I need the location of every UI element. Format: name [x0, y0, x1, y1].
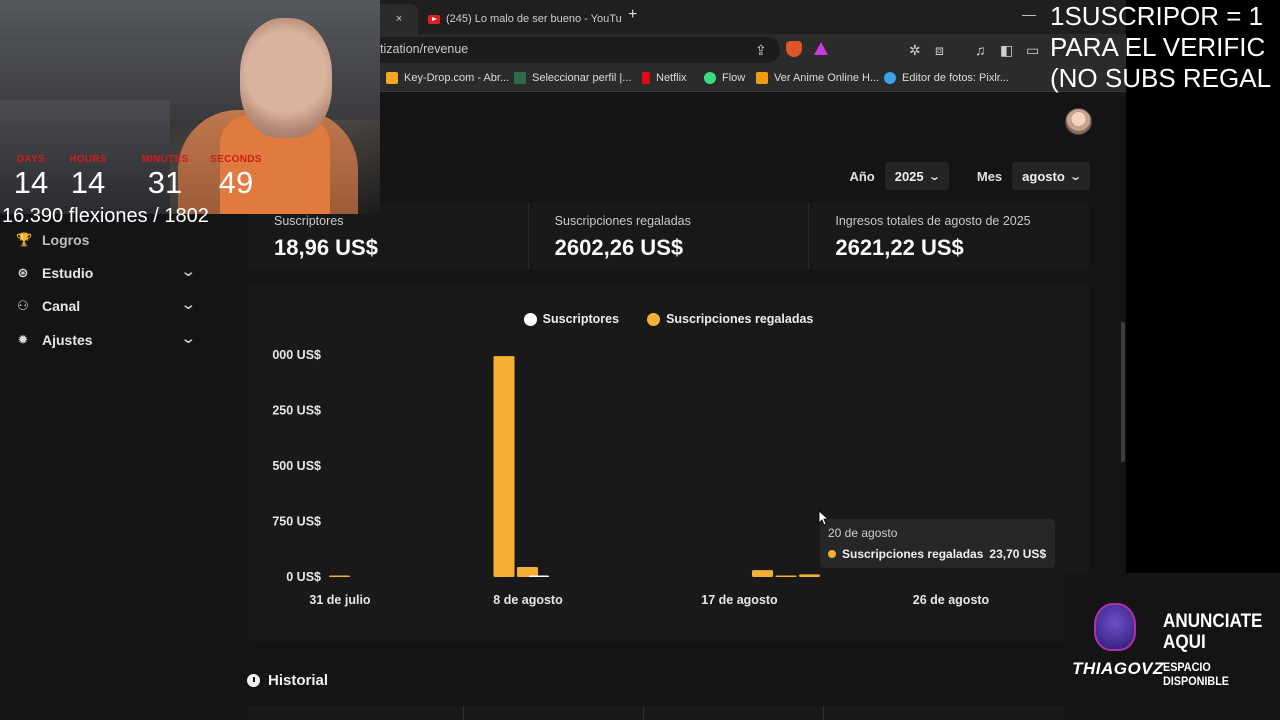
- timer-days: DAYS 14: [13, 154, 49, 200]
- chart-bar[interactable]: [493, 356, 515, 577]
- bookmark-key-drop[interactable]: Key-Drop.com - Abr...: [386, 72, 509, 84]
- chart-bar[interactable]: [329, 575, 350, 578]
- bookmark-pixlr[interactable]: Editor de fotos: Pixlr...: [884, 72, 1009, 84]
- y-tick-label: 250 US$: [272, 404, 321, 418]
- studio-icon: ⊛: [17, 265, 29, 280]
- chevron-down-icon[interactable]: ⌄: [180, 295, 196, 313]
- ad-title: ANUNCIATE AQUI: [1163, 611, 1263, 653]
- tab-youtube[interactable]: (245) Lo malo de ser bueno - YouTub: [418, 4, 622, 34]
- flow-icon: [704, 72, 716, 84]
- sidebar-item-canal[interactable]: ⚇ Canal: [16, 294, 80, 318]
- chart-tooltip: 20 de agosto Suscripciones regaladas 23,…: [820, 519, 1055, 568]
- month-label: Mes: [976, 168, 1003, 184]
- y-tick-label: 750 US$: [272, 515, 321, 529]
- promo-text: 1SUSCRIPOR = 1 PARA EL VERIFIC (NO SUBS …: [1050, 1, 1272, 93]
- channel-icon: ⚇: [17, 298, 29, 313]
- youtube-icon: [428, 14, 440, 24]
- stat-total-revenue: Ingresos totales de agosto de 2025 2621,…: [808, 203, 1089, 269]
- minimize-button[interactable]: —: [1022, 6, 1036, 22]
- mascot-icon: [1094, 603, 1136, 651]
- bookmark-profile[interactable]: Seleccionar perfil |...: [514, 72, 631, 84]
- x-tick-label: 8 de agosto: [493, 593, 563, 607]
- chart-bar[interactable]: [799, 574, 820, 577]
- thiagovz-logo: THIAGOVZ: [1072, 597, 1163, 689]
- ad-space-banner: THIAGOVZ ANUNCIATE AQUI ESPACIO DISPONIB…: [1064, 573, 1280, 720]
- extensions-icon[interactable]: ✲: [909, 42, 921, 59]
- wallet-icon[interactable]: ▭: [1026, 42, 1039, 59]
- chevron-down-icon: ⌄: [1068, 170, 1082, 183]
- bookmark-flow[interactable]: Flow: [704, 72, 745, 84]
- x-tick-label: 26 de agosto: [913, 593, 990, 607]
- tooltip-dot: [828, 550, 836, 558]
- y-tick-label: 000 US$: [272, 348, 321, 362]
- avatar[interactable]: [1065, 108, 1092, 135]
- tab-current[interactable]: ×: [380, 4, 418, 34]
- streamer-face: [240, 18, 332, 138]
- anime-icon: [756, 72, 768, 84]
- screenshot-icon[interactable]: ⧈: [935, 42, 944, 59]
- year-label: Año: [849, 168, 875, 184]
- sidebar-toggle-icon[interactable]: ◧: [1000, 42, 1013, 59]
- key-drop-icon: [386, 72, 398, 84]
- chart-bar[interactable]: [775, 575, 797, 578]
- history-heading: Historial: [247, 672, 328, 689]
- timer-seconds: SECONDS 49: [210, 154, 262, 200]
- month-select[interactable]: agosto ⌄: [1012, 162, 1090, 190]
- chart-bar[interactable]: [752, 570, 773, 577]
- date-filters: Año 2025 ⌄ Mes agosto ⌄: [849, 162, 1090, 190]
- chevron-down-icon[interactable]: ⌄: [180, 262, 196, 280]
- sidebar-item-estudio[interactable]: ⊛ Estudio: [16, 261, 94, 285]
- timer-hours: HOURS 14: [69, 154, 107, 200]
- tab-title: (245) Lo malo de ser bueno - YouTub: [446, 13, 622, 25]
- share-icon[interactable]: ⇪: [755, 42, 767, 59]
- pushups-counter: 16.390 flexiones / 1802: [2, 205, 209, 227]
- trophy-icon: 🏆: [16, 232, 33, 247]
- profile-icon: [514, 72, 526, 84]
- history-table: [248, 706, 1089, 720]
- y-tick-label: 0 US$: [286, 570, 321, 584]
- bookmark-anime[interactable]: Ver Anime Online H...: [756, 72, 879, 84]
- gear-icon: ✹: [17, 332, 29, 347]
- bookmark-netflix[interactable]: Netflix: [642, 72, 687, 84]
- new-tab-button[interactable]: +: [628, 6, 637, 24]
- chevron-down-icon[interactable]: ⌄: [180, 329, 196, 347]
- chart-plot: 000 US$ 250 US$ 500 US$ 750 US$ 0 US$ 31 de j…: [272, 348, 990, 607]
- mouse-cursor-icon: [818, 510, 828, 526]
- year-select[interactable]: 2025 ⌄: [884, 162, 949, 190]
- scrollbar[interactable]: [1121, 322, 1125, 462]
- url-text[interactable]: tization/revenue: [380, 42, 468, 56]
- x-tick-label: 17 de agosto: [701, 593, 778, 607]
- sidebar-item-logros[interactable]: 🏆 Logros: [16, 228, 89, 252]
- chevron-down-icon: ⌄: [927, 170, 941, 183]
- revenue-chart: Suscriptores Suscripciones regaladas 000…: [248, 285, 1089, 641]
- brave-shields-icon[interactable]: [786, 41, 802, 57]
- sidebar-item-ajustes[interactable]: ✹ Ajustes: [16, 328, 93, 352]
- timer-minutes: MINUTES 31: [141, 154, 189, 200]
- y-tick-label: 500 US$: [272, 459, 321, 473]
- x-tick-label: 31 de julio: [309, 593, 370, 607]
- netflix-icon: [642, 72, 650, 84]
- close-tab-icon[interactable]: ×: [396, 13, 402, 25]
- pixlr-icon: [884, 72, 896, 84]
- media-icon[interactable]: ♫: [975, 42, 986, 58]
- clock-icon: [247, 674, 260, 687]
- chart-bar[interactable]: [529, 575, 549, 578]
- ad-subtitle: ESPACIO DISPONIBLE: [1163, 660, 1230, 688]
- stat-gifted-subs: Suscripciones regaladas 2602,26 US$: [527, 203, 809, 269]
- brave-rewards-icon[interactable]: [814, 42, 828, 55]
